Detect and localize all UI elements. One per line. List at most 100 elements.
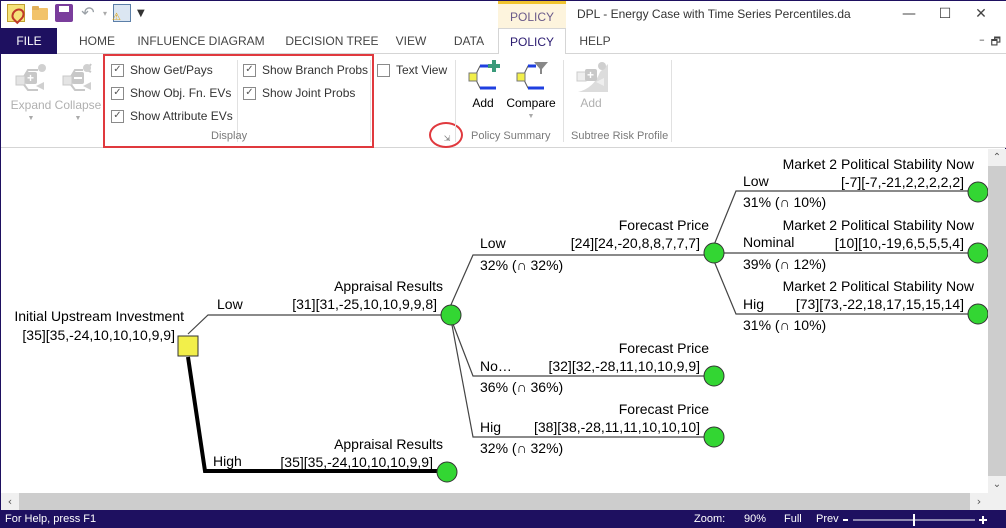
root-node-value: [35][35,-24,10,10,10,9,9] [22,327,175,343]
calculator-warning-icon[interactable] [112,4,132,23]
tab-policy[interactable]: POLICY [498,28,566,55]
policy-summary-group-label: Policy Summary [471,130,551,142]
zoom-slider[interactable] [841,514,991,526]
node-value: [35][35,-24,10,10,10,9,9] [280,454,433,470]
branch-label: Nominal [743,234,794,250]
branch-prob: 36% (∩ 36%) [480,379,563,395]
contextual-tab-header: POLICY [498,1,566,29]
decision-node-root[interactable] [177,335,199,357]
chance-node-forecast-nominal[interactable] [703,365,725,387]
scroll-down-icon[interactable]: ⌄ [988,476,1006,493]
node-name: Forecast Price [619,340,709,356]
risk-profile-add-label: Add [580,96,602,110]
save-icon[interactable] [55,4,73,22]
chance-node-market-low[interactable] [967,181,988,203]
window-controls: — ☐ ✕ [891,1,999,27]
chance-node-appraisal-high[interactable] [436,461,458,483]
show-attribute-evs-checkbox[interactable]: ✓ Show Attribute EVs [111,109,233,123]
policy-compare-icon [516,62,548,90]
zoom-minus-icon[interactable] [843,519,848,521]
checkbox-label: Show Obj. Fn. EVs [130,86,232,100]
node-name: Appraisal Results [334,278,443,294]
tab-help[interactable]: HELP [573,28,617,54]
collapse-button[interactable]: Collapse ▼ [55,62,101,122]
show-joint-probs-checkbox[interactable]: ✓ Show Joint Probs [243,86,355,100]
node-name: Appraisal Results [334,436,443,452]
branch-label: No… [480,358,512,374]
minimize-button[interactable]: — [891,1,927,27]
tab-influence-diagram[interactable]: INFLUENCE DIAGRAM [133,28,269,54]
application-window: ↶ ▾ ▼ POLICY DPL - Energy Case with Time… [0,0,1006,528]
scroll-up-icon[interactable]: ⌃ [988,149,1006,166]
collapse-label: Collapse [54,98,102,112]
scroll-left-icon[interactable]: ‹ [1,493,19,510]
show-obj-fn-evs-checkbox[interactable]: ✓ Show Obj. Fn. EVs [111,86,231,100]
chance-node-forecast-high[interactable] [703,426,725,448]
policy-compare-label: Compare [506,96,556,110]
zoom-slider-thumb[interactable] [913,514,915,526]
ribbon-separator [671,60,672,142]
decision-tree-canvas[interactable]: Initial Upstream Investment [35][35,-24,… [1,149,988,493]
chance-node-forecast-low[interactable] [703,242,725,264]
status-bar: For Help, press F1 Zoom: 90% Full Prev [1,510,1006,528]
branch-label: Low [217,296,244,312]
subtree-risk-profile-group-label: Subtree Risk Profile [571,130,669,142]
checkbox-checked-icon: ✓ [243,63,256,77]
ribbon-separator [563,60,564,142]
checkbox-unchecked-icon [377,63,390,77]
horizontal-scrollbar[interactable]: ‹ › [1,493,988,510]
open-folder-icon[interactable] [31,4,49,22]
tab-view[interactable]: VIEW [391,28,431,54]
tab-decision-tree[interactable]: DECISION TREE [279,28,385,54]
scroll-right-icon[interactable]: › [970,493,988,510]
dialog-launcher-icon[interactable]: ⇲ [442,133,452,143]
collapse-dropdown-icon[interactable]: ▼ [75,115,82,122]
undo-icon[interactable]: ↶ [79,4,97,22]
compare-dropdown-icon[interactable]: ▼ [528,113,535,120]
ribbon-separator [455,60,456,142]
branch-label: Hig [480,419,501,435]
zoom-plus-icon[interactable] [979,516,987,524]
policy-add-icon [468,60,500,90]
quick-access-toolbar: ↶ ▾ ▼ [7,4,145,23]
policy-summary-compare-button[interactable]: Compare ▼ [505,60,557,120]
node-name: Market 2 Political Stability Now [783,156,975,172]
expand-button[interactable]: + Expand ▼ [9,62,53,122]
root-node-name: Initial Upstream Investment [14,308,184,324]
branch-prob: 32% (∩ 32%) [480,440,563,456]
checkbox-label: Text View [396,63,448,77]
branch-label: Hig [743,296,764,312]
expand-dropdown-icon[interactable]: ▼ [28,115,35,122]
node-value: [31][31,-25,10,10,9,9,8] [292,296,437,312]
subtree-risk-profile-add-button[interactable]: + Add [571,60,611,110]
title-bar: ↶ ▾ ▼ POLICY DPL - Energy Case with Time… [1,1,1006,29]
vertical-scrollbar[interactable]: ⌃ ⌄ [988,149,1006,493]
mdi-minimize-button[interactable]: – [979,33,985,52]
chance-node-market-high[interactable] [967,303,988,325]
checkbox-checked-icon: ✓ [111,63,124,77]
show-get-pays-checkbox[interactable]: ✓ Show Get/Pays [111,63,213,77]
svg-text:+: + [27,71,34,85]
mdi-restore-button[interactable]: 🗗 [991,33,1001,52]
tab-home[interactable]: HOME [69,28,125,54]
policy-summary-add-button[interactable]: Add [463,60,503,110]
undo-dropdown-icon[interactable]: ▾ [103,9,107,18]
app-icon[interactable] [7,4,25,22]
checkbox-checked-icon: ✓ [243,86,256,100]
chance-node-market-nominal[interactable] [967,242,988,264]
zoom-label: Zoom: [694,513,726,525]
close-button[interactable]: ✕ [963,1,999,27]
tab-file[interactable]: FILE [1,28,57,54]
chance-node-appraisal-low[interactable] [440,304,462,326]
tab-data[interactable]: DATA [447,28,491,54]
text-view-checkbox[interactable]: Text View [377,63,447,77]
scrollbar-corner [988,493,1006,510]
maximize-button[interactable]: ☐ [927,1,963,27]
customize-qat-icon[interactable]: ▼ [137,8,145,19]
expand-icon: + [15,64,46,91]
full-button[interactable]: Full [784,513,816,525]
branch-prob: 39% (∩ 12%) [743,256,826,272]
ribbon-separator [370,60,371,142]
show-branch-probs-checkbox[interactable]: ✓ Show Branch Probs [243,63,368,77]
node-value: [32][32,-28,11,10,10,9,9] [548,358,700,374]
